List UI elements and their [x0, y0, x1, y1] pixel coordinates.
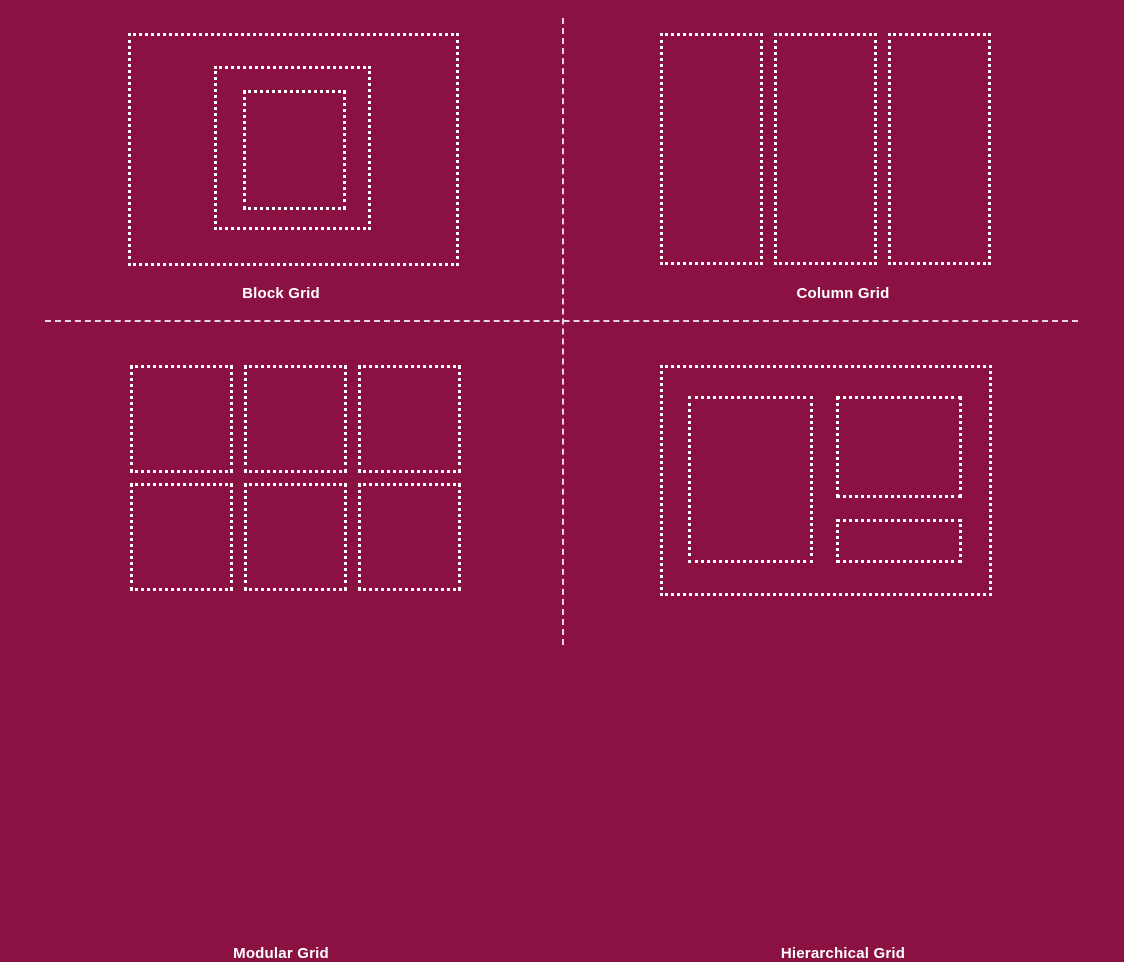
modular-grid-module-r1c1: [130, 365, 233, 473]
hierarchical-grid-secondary-bottom: [836, 519, 962, 563]
column-grid-column-2: [774, 33, 877, 265]
grid-systems-diagram: Block Grid Column Grid Modular Grid Hier…: [0, 0, 1124, 962]
column-grid-label: Column Grid: [796, 285, 890, 302]
modular-grid-module-r2c1: [130, 483, 233, 591]
modular-grid-module-r1c2: [244, 365, 347, 473]
modular-grid-module-r2c3: [358, 483, 461, 591]
modular-grid-module-r2c2: [244, 483, 347, 591]
modular-grid-module-r1c3: [358, 365, 461, 473]
hierarchical-grid-label: Hierarchical Grid: [780, 945, 906, 962]
block-grid-label: Block Grid: [242, 285, 320, 302]
hierarchical-grid-primary-block: [688, 396, 813, 563]
modular-grid-label: Modular Grid: [233, 945, 329, 962]
column-grid-column-1: [660, 33, 763, 265]
quadrant-block-grid: Block Grid: [0, 0, 562, 330]
column-grid-column-3: [888, 33, 991, 265]
hierarchical-grid-secondary-top: [836, 396, 962, 498]
block-grid-inner-frame: [243, 90, 346, 210]
